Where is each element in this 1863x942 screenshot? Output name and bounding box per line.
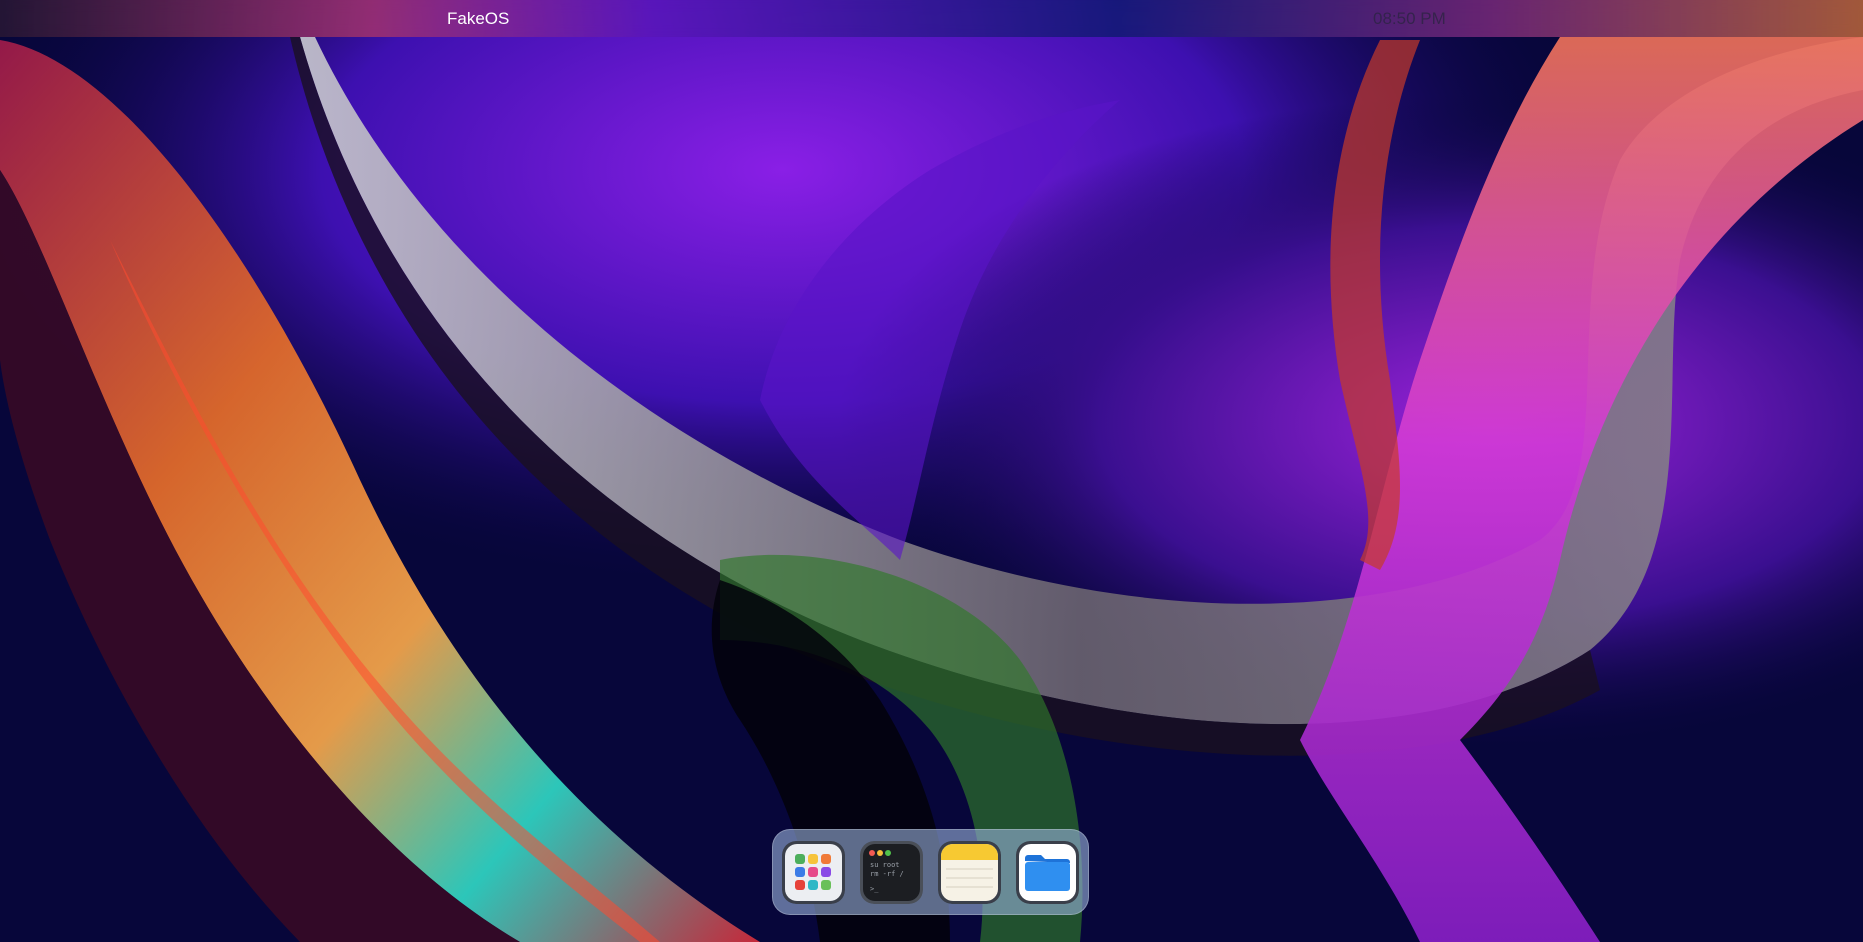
desktop-wallpaper: [0, 0, 1863, 942]
notes-icon: [938, 840, 1001, 904]
dock-item-launchpad[interactable]: [782, 840, 845, 904]
dock-item-terminal[interactable]: su root rm -rf / >_: [860, 840, 923, 904]
menu-bar-brand[interactable]: FakeOS: [447, 9, 509, 28]
terminal-line-1: su root: [870, 861, 900, 869]
menu-bar-clock: 08:50 PM: [1373, 9, 1446, 28]
dock-item-notes[interactable]: [938, 840, 1001, 904]
desktop: FakeOS 08:50 PM su root rm -rf / >_: [0, 0, 1863, 942]
launchpad-icon: [782, 840, 845, 904]
menu-bar: FakeOS 08:50 PM: [0, 0, 1863, 37]
terminal-icon: su root rm -rf / >_: [860, 840, 923, 904]
dock-item-files[interactable]: [1016, 840, 1079, 904]
terminal-prompt: >_: [870, 885, 879, 893]
terminal-line-2: rm -rf /: [870, 870, 904, 878]
files-icon: [1016, 840, 1079, 904]
dock: su root rm -rf / >_: [772, 829, 1089, 915]
